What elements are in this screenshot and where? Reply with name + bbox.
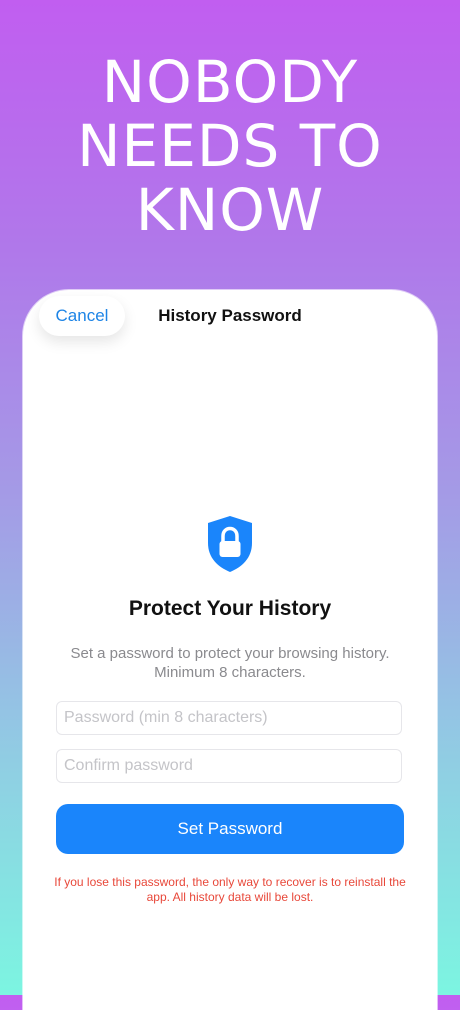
set-password-button[interactable]: Set Password (56, 804, 404, 854)
headline-line-1: NOBODY (101, 48, 359, 116)
headline-line-3: KNOW (135, 176, 325, 244)
nav-bar: Cancel History Password (23, 290, 437, 342)
confirm-password-input[interactable] (56, 749, 402, 783)
password-input[interactable] (56, 701, 402, 735)
headline-line-2: NEEDS TO (77, 112, 383, 180)
page-heading: Protect Your History (128, 597, 332, 620)
cancel-button[interactable]: Cancel (39, 296, 125, 336)
shield-lock-icon (208, 516, 252, 572)
description-text: Set a password to protect your browsing … (70, 645, 390, 681)
promo-headline: NOBODY NEEDS TO KNOW (0, 50, 460, 242)
warning-text: If you lose this password, the only way … (54, 875, 406, 904)
phone-screen: Cancel History Password Protect Your His… (23, 290, 437, 1010)
